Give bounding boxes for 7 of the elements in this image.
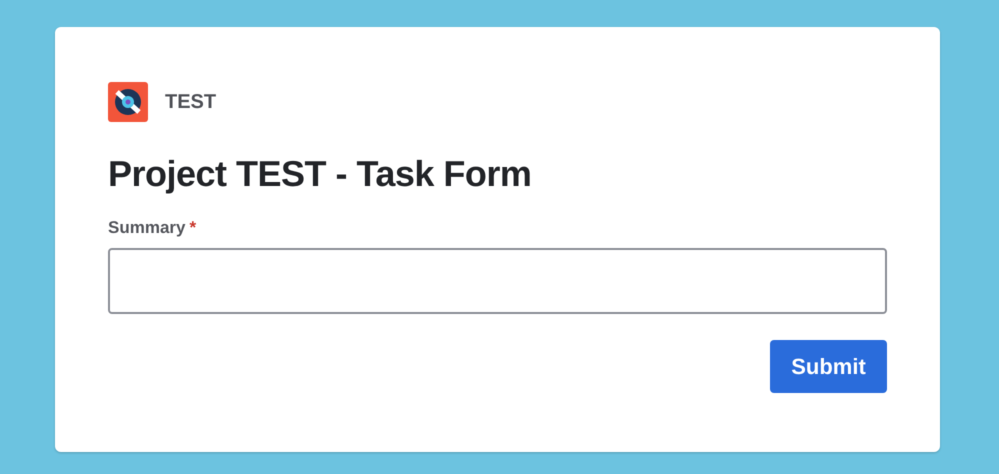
field-label: Summary [108, 218, 186, 238]
required-mark: * [189, 218, 196, 238]
project-logo-icon [108, 82, 148, 122]
submit-button[interactable]: Submit [770, 340, 887, 393]
summary-field[interactable] [108, 248, 887, 314]
form-title: Project TEST - Task Form [108, 152, 532, 196]
project-name: TEST [165, 90, 216, 114]
